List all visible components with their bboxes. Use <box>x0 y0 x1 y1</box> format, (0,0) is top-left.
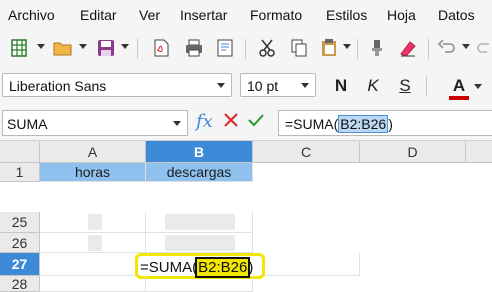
cancel-icon[interactable] <box>222 111 240 129</box>
menu-archivo[interactable]: Archivo <box>8 7 55 23</box>
menu-insertar[interactable]: Insertar <box>180 7 227 23</box>
font-name-combo[interactable]: Liberation Sans <box>2 73 232 97</box>
column-header-b[interactable]: B <box>146 141 253 163</box>
new-spreadsheet-icon[interactable] <box>8 37 30 59</box>
redo-icon[interactable] <box>474 37 492 59</box>
copy-icon[interactable] <box>288 37 310 59</box>
new-dropdown-arrow[interactable] <box>37 44 45 49</box>
undo-dropdown-arrow[interactable] <box>462 44 470 49</box>
accept-icon[interactable] <box>247 111 265 129</box>
save-icon[interactable] <box>95 37 117 59</box>
toolbar-separator <box>428 39 429 59</box>
menu-editar[interactable]: Editar <box>80 7 117 23</box>
cell-b28[interactable] <box>146 276 253 292</box>
clear-formatting-icon[interactable] <box>397 37 419 59</box>
row-header-25[interactable]: 25 <box>0 212 40 233</box>
toolbar-separator <box>426 76 427 96</box>
row-header-26[interactable]: 26 <box>0 233 40 253</box>
font-size-value: 10 pt <box>247 78 279 94</box>
formula-range-reference: B2:B26 <box>338 115 389 133</box>
print-preview-icon[interactable] <box>214 37 236 59</box>
underline-button[interactable]: S <box>393 74 417 98</box>
paste-dropdown-arrow[interactable] <box>343 44 351 49</box>
menu-formato[interactable]: Formato <box>250 7 302 23</box>
toolbar-separator <box>357 39 358 59</box>
cell-a1[interactable]: horas <box>40 163 146 182</box>
blurred-value <box>88 214 102 230</box>
blurred-value <box>165 214 235 230</box>
open-folder-icon[interactable] <box>52 37 74 59</box>
font-color-dropdown-arrow[interactable] <box>474 84 482 89</box>
undo-icon[interactable] <box>436 37 458 59</box>
paste-icon[interactable] <box>318 37 340 59</box>
clone-formatting-icon[interactable] <box>366 37 388 59</box>
formula-text: =SUMA(B2:B26) <box>285 115 393 133</box>
chevron-down-icon[interactable] <box>217 83 225 88</box>
function-wizard-icon[interactable]: fx <box>196 111 213 132</box>
menu-bar: Archivo Editar Ver Insertar Formato Esti… <box>0 0 492 30</box>
cell-edit-suffix: ) <box>248 259 254 276</box>
font-color-swatch <box>449 96 469 100</box>
menu-datos[interactable]: Datos <box>438 7 475 23</box>
chevron-down-icon[interactable] <box>173 121 181 126</box>
toolbar-separator <box>245 39 246 59</box>
formula-bar: SUMA fx =SUMA(B2:B26) <box>0 104 492 141</box>
menu-estilos[interactable]: Estilos <box>326 7 367 23</box>
row-header-28[interactable]: 28 <box>0 276 40 292</box>
menu-hoja[interactable]: Hoja <box>387 7 416 23</box>
select-all-corner[interactable] <box>0 141 40 163</box>
open-dropdown-arrow[interactable] <box>79 44 87 49</box>
blurred-value <box>165 235 235 251</box>
chevron-down-icon[interactable] <box>301 83 309 88</box>
cell-b1[interactable]: descargas <box>146 163 253 182</box>
column-header-a[interactable]: A <box>40 141 146 163</box>
bold-button[interactable]: N <box>329 74 353 98</box>
blurred-value <box>88 235 102 251</box>
print-icon[interactable] <box>183 37 205 59</box>
menu-ver[interactable]: Ver <box>139 7 160 23</box>
cell-edit-range-reference: B2:B26 <box>195 257 251 278</box>
hidden-rows-gap <box>0 182 492 212</box>
standard-toolbar <box>0 30 492 68</box>
column-header-e[interactable] <box>466 141 492 163</box>
cell-edit-text: =SUMA(B2:B26) <box>140 257 254 278</box>
cell-a28[interactable] <box>40 276 146 292</box>
cell-edit-prefix: =SUMA( <box>140 259 198 276</box>
formula-prefix: =SUMA( <box>285 116 339 132</box>
name-box[interactable]: SUMA <box>2 110 188 136</box>
cut-icon[interactable] <box>256 37 278 59</box>
name-box-value: SUMA <box>7 116 48 132</box>
font-name-value: Liberation Sans <box>9 78 107 94</box>
formula-input[interactable]: =SUMA(B2:B26) <box>278 110 492 136</box>
column-header-d[interactable]: D <box>360 141 466 163</box>
row-header-27[interactable]: 27 <box>0 253 40 276</box>
row-header-1[interactable]: 1 <box>0 163 40 182</box>
column-header-c[interactable]: C <box>253 141 360 163</box>
formatting-toolbar: Liberation Sans 10 pt N K S A <box>0 68 492 104</box>
font-size-combo[interactable]: 10 pt <box>240 73 316 97</box>
italic-button[interactable]: K <box>361 74 385 98</box>
save-dropdown-arrow[interactable] <box>121 44 129 49</box>
cell-c27[interactable] <box>253 253 360 276</box>
toolbar-separator <box>137 39 138 59</box>
cell-a27[interactable] <box>40 253 146 276</box>
font-color-button[interactable]: A <box>447 74 471 98</box>
formula-suffix: ) <box>388 116 393 132</box>
export-pdf-icon[interactable] <box>150 37 172 59</box>
